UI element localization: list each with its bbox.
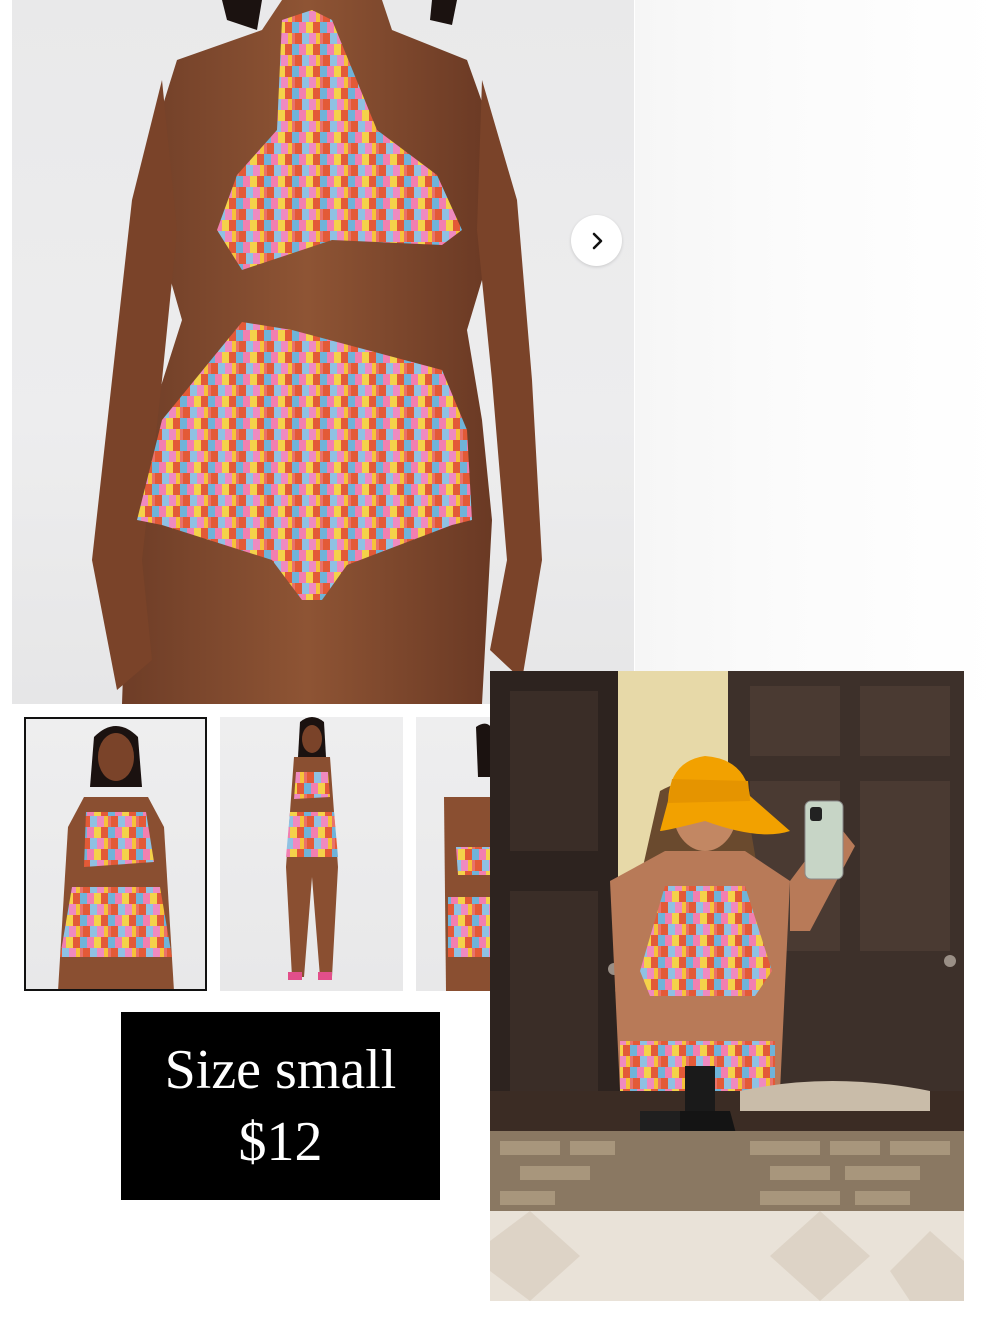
thumbnail-2[interactable]: [220, 717, 403, 991]
price-value: $12: [238, 1111, 323, 1173]
thumbnail-full-body-image: [286, 717, 338, 980]
background-panel: [635, 0, 1000, 700]
mirror-selfie-photo: [490, 671, 964, 1301]
size-label: Size small: [164, 1039, 397, 1101]
chevron-right-icon: [592, 232, 602, 249]
mirror-selfie-illustration: [490, 671, 964, 1301]
thumbnail-front-image: [58, 726, 174, 991]
price-label-box: Size small $12: [121, 1012, 440, 1200]
thumbnail-3[interactable]: [416, 717, 490, 991]
product-main-image: [12, 0, 634, 704]
thumbnail-1[interactable]: [24, 717, 207, 991]
thumbnail-back-image: [444, 723, 490, 991]
model-figure-illustration: [92, 0, 542, 704]
next-image-button[interactable]: [571, 215, 622, 266]
